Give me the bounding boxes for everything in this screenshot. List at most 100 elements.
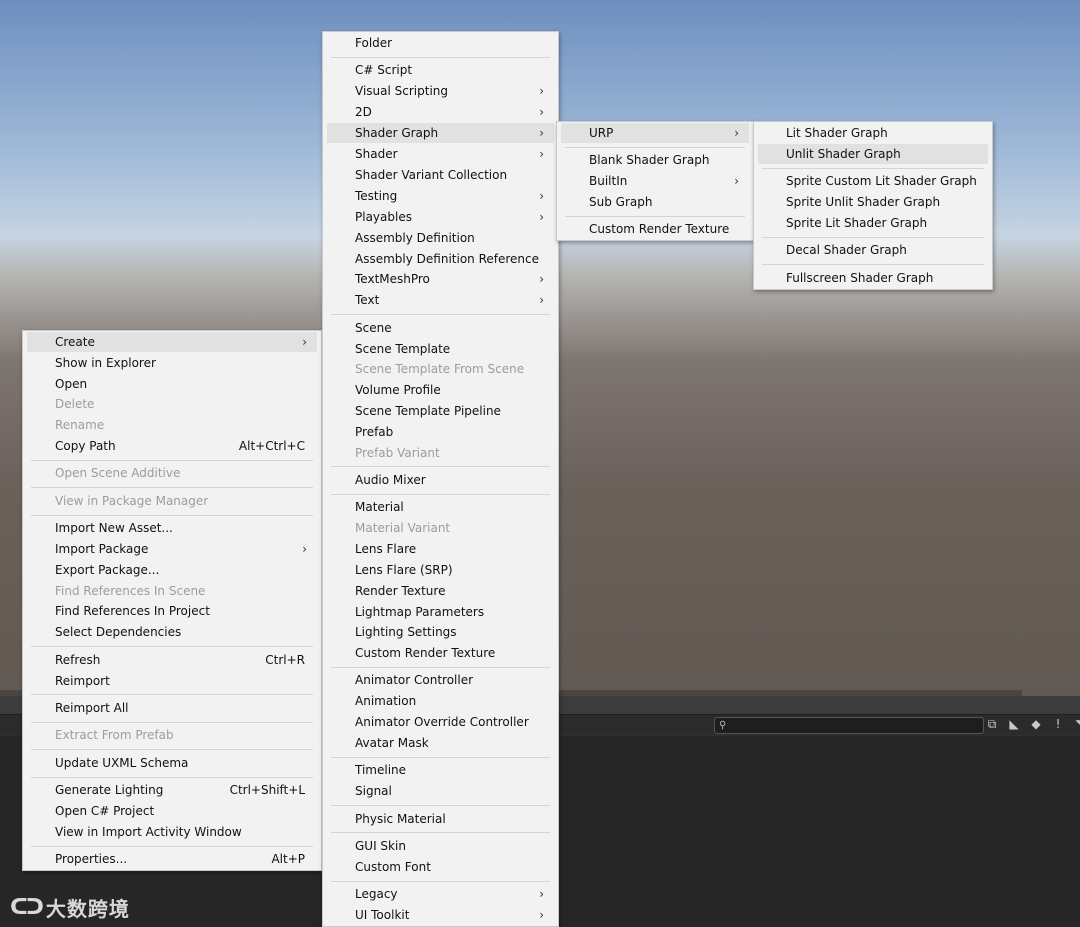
menu-item-unlit-shader-graph[interactable]: Unlit Shader Graph — [758, 144, 988, 164]
menu-item-refresh[interactable]: Refresh Ctrl+R — [27, 650, 317, 670]
menu-item-select-dependencies[interactable]: Select Dependencies — [27, 622, 317, 642]
menu-item-view-in-import-activity-window[interactable]: View in Import Activity Window — [27, 822, 317, 842]
search-input[interactable]: ⚲ — [714, 717, 984, 734]
menu-item-sprite-custom-lit-shader-graph[interactable]: Sprite Custom Lit Shader Graph — [758, 171, 988, 191]
menu-separator — [331, 757, 550, 758]
menu-item-shortcut: Ctrl+R — [265, 653, 305, 667]
menu-item-label: Show in Explorer — [55, 356, 156, 370]
menu-item-label: Sprite Unlit Shader Graph — [786, 195, 941, 209]
menu-item-urp[interactable]: URP › — [561, 123, 749, 143]
menu-item-label: Animation — [355, 694, 417, 708]
menu-item-import-package[interactable]: Import Package › — [27, 539, 317, 559]
menu-item-delete: Delete — [27, 394, 317, 414]
menu-separator — [31, 646, 313, 647]
menu-item-animator-override-controller[interactable]: Animator Override Controller — [327, 712, 554, 732]
menu-item-shader-variant-collection[interactable]: Shader Variant Collection — [327, 165, 554, 185]
menu-item-label: Decal Shader Graph — [786, 243, 907, 257]
menu-item-label: Material Variant — [355, 521, 451, 535]
menu-item-scene-template[interactable]: Scene Template — [327, 339, 554, 359]
menu-item-reimport-all[interactable]: Reimport All — [27, 698, 317, 718]
menu-item-update-uxml-schema[interactable]: Update UXML Schema — [27, 753, 317, 773]
menu-item-export-package[interactable]: Export Package... — [27, 560, 317, 580]
menu-item-scene[interactable]: Scene — [327, 318, 554, 338]
menu-item-fullscreen-shader-graph[interactable]: Fullscreen Shader Graph — [758, 268, 988, 288]
info-icon[interactable]: ! — [1048, 715, 1068, 734]
menu-item-blank-shader-graph[interactable]: Blank Shader Graph — [561, 150, 749, 170]
menu-item-label: Reimport All — [55, 701, 129, 715]
menu-item-label: Scene Template Pipeline — [355, 404, 501, 418]
menu-item-custom-render-texture[interactable]: Custom Render Texture — [561, 219, 749, 239]
menu-item-scene-template-pipeline[interactable]: Scene Template Pipeline — [327, 401, 554, 421]
menu-item-avatar-mask[interactable]: Avatar Mask — [327, 733, 554, 753]
menu-item-open-csharp-project[interactable]: Open C# Project — [27, 801, 317, 821]
menu-item-lightmap-parameters[interactable]: Lightmap Parameters — [327, 602, 554, 622]
menu-item-label: Create — [55, 335, 95, 349]
menu-item-visual-scripting[interactable]: Visual Scripting › — [327, 81, 554, 101]
menu-item-prefab[interactable]: Prefab — [327, 422, 554, 442]
menu-item-custom-render-texture[interactable]: Custom Render Texture — [327, 643, 554, 663]
menu-item-2d[interactable]: 2D › — [327, 102, 554, 122]
menu-item-label: Export Package... — [55, 563, 160, 577]
menu-item-assembly-definition[interactable]: Assembly Definition — [327, 228, 554, 248]
menu-item-custom-font[interactable]: Custom Font — [327, 857, 554, 877]
menu-item-label: Material — [355, 500, 404, 514]
menu-item-label: Generate Lighting — [55, 783, 164, 797]
watermark-text: 大数跨境 — [45, 897, 130, 921]
menu-item-animator-controller[interactable]: Animator Controller — [327, 670, 554, 690]
menu-item-label: Import Package — [55, 542, 149, 556]
menu-item-material-variant: Material Variant — [327, 518, 554, 538]
menu-item-animation[interactable]: Animation — [327, 691, 554, 711]
menu-item-lighting-settings[interactable]: Lighting Settings — [327, 622, 554, 642]
menu-item-folder[interactable]: Folder — [327, 33, 554, 53]
menu-item-properties[interactable]: Properties... Alt+P — [27, 849, 317, 869]
more-icon[interactable]: ◥ — [1070, 715, 1080, 734]
menu-item-csharp-script[interactable]: C# Script — [327, 60, 554, 80]
menu-item-reimport[interactable]: Reimport — [27, 671, 317, 691]
menu-item-timeline[interactable]: Timeline — [327, 760, 554, 780]
menu-item-sprite-unlit-shader-graph[interactable]: Sprite Unlit Shader Graph — [758, 192, 988, 212]
menu-item-text[interactable]: Text › — [327, 290, 554, 310]
menu-item-shader-graph[interactable]: Shader Graph › — [327, 123, 554, 143]
search-icon: ⚲ — [719, 720, 727, 731]
filter-by-label-icon[interactable]: ◣ — [1004, 715, 1024, 734]
menu-item-sub-graph[interactable]: Sub Graph — [561, 192, 749, 212]
menu-item-playables[interactable]: Playables › — [327, 207, 554, 227]
menu-item-render-texture[interactable]: Render Texture — [327, 581, 554, 601]
menu-item-copy-path[interactable]: Copy Path Alt+Ctrl+C — [27, 436, 317, 456]
menu-item-signal[interactable]: Signal — [327, 781, 554, 801]
search-by-type-icon[interactable]: ⧉ — [982, 715, 1002, 734]
menu-item-gui-skin[interactable]: GUI Skin — [327, 836, 554, 856]
menu-item-show-in-explorer[interactable]: Show in Explorer — [27, 353, 317, 373]
menu-separator — [762, 264, 984, 265]
menu-item-import-new-asset[interactable]: Import New Asset... — [27, 518, 317, 538]
menu-item-lit-shader-graph[interactable]: Lit Shader Graph — [758, 123, 988, 143]
menu-item-label: Delete — [55, 397, 95, 411]
menu-item-sprite-lit-shader-graph[interactable]: Sprite Lit Shader Graph — [758, 213, 988, 233]
menu-item-shader[interactable]: Shader › — [327, 144, 554, 164]
menu-item-label: Playables — [355, 210, 412, 224]
menu-item-textmeshpro[interactable]: TextMeshPro › — [327, 269, 554, 289]
menu-item-generate-lighting[interactable]: Generate Lighting Ctrl+Shift+L — [27, 780, 317, 800]
menu-item-lens-flare-srp[interactable]: Lens Flare (SRP) — [327, 560, 554, 580]
menu-item-physic-material[interactable]: Physic Material — [327, 809, 554, 829]
menu-item-label: Reimport — [55, 674, 110, 688]
menu-separator — [331, 466, 550, 467]
menu-item-legacy[interactable]: Legacy › — [327, 884, 554, 904]
menu-item-testing[interactable]: Testing › — [327, 186, 554, 206]
menu-item-label: Volume Profile — [355, 383, 441, 397]
menu-item-material[interactable]: Material — [327, 497, 554, 517]
menu-item-builtin[interactable]: BuiltIn › — [561, 171, 749, 191]
menu-item-prefab-variant: Prefab Variant — [327, 443, 554, 463]
watermark: ᑕᑐ 大数跨境 — [10, 893, 130, 923]
menu-item-audio-mixer[interactable]: Audio Mixer — [327, 470, 554, 490]
menu-item-label: Physic Material — [355, 812, 446, 826]
menu-item-find-references-in-project[interactable]: Find References In Project — [27, 601, 317, 621]
menu-item-volume-profile[interactable]: Volume Profile — [327, 380, 554, 400]
menu-item-decal-shader-graph[interactable]: Decal Shader Graph — [758, 240, 988, 260]
tag-icon[interactable]: ◆ — [1026, 715, 1046, 734]
menu-item-assembly-definition-reference[interactable]: Assembly Definition Reference — [327, 249, 554, 269]
menu-item-open[interactable]: Open — [27, 374, 317, 394]
menu-item-ui-toolkit[interactable]: UI Toolkit › — [327, 905, 554, 925]
menu-item-create[interactable]: Create › — [27, 332, 317, 352]
menu-item-lens-flare[interactable]: Lens Flare — [327, 539, 554, 559]
